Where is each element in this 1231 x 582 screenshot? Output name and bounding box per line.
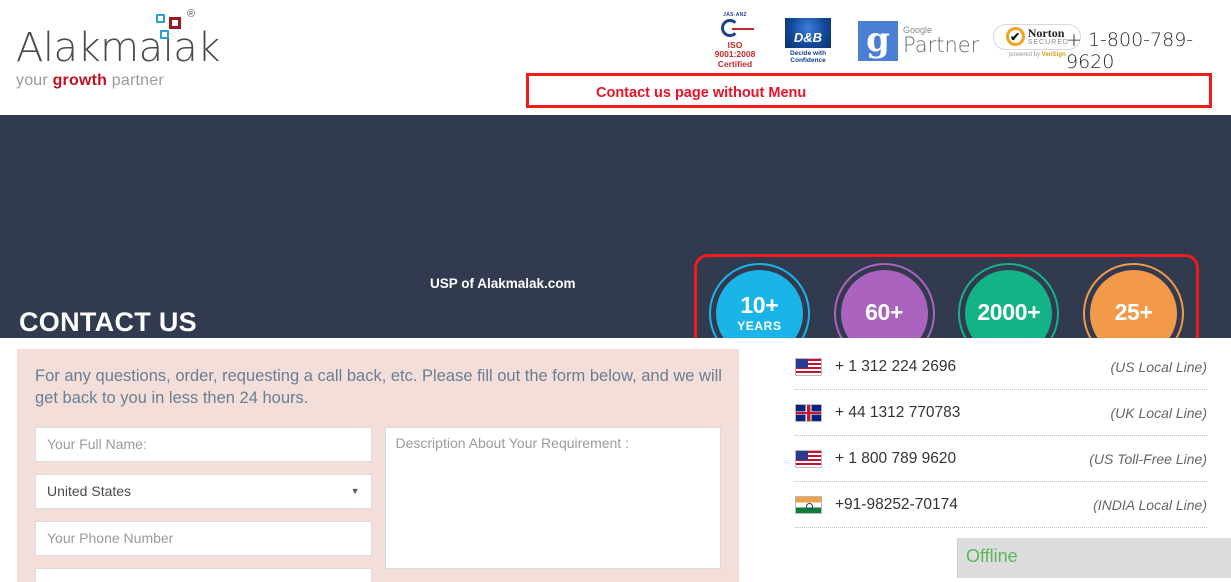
contact-row-india-local[interactable]: +91-98252-70174 (INDIA Local Line) bbox=[795, 482, 1207, 527]
google-partner-badge: g Google Partner bbox=[858, 20, 980, 61]
annotation-callout-text: Contact us page without Menu bbox=[596, 85, 807, 101]
contact-line-label: (INDIA Local Line) bbox=[1093, 496, 1207, 513]
contact-row-us-local[interactable]: + 1 312 224 2696 (US Local Line) bbox=[795, 344, 1207, 389]
contact-line-label: (US Toll-Free Line) bbox=[1089, 450, 1207, 467]
iso-accreditation-label: JAS-ANZ bbox=[723, 12, 747, 18]
stat-number: 25+ bbox=[1114, 299, 1153, 325]
trust-badge-row: JAS-ANZ ISO 9001:2008 Certified D&B Deci… bbox=[712, 12, 1082, 69]
contact-number[interactable]: +91-98252-70174 bbox=[835, 496, 958, 514]
live-chat-widget[interactable]: Offline bbox=[957, 538, 1231, 578]
logo-tagline-pre: your bbox=[16, 72, 53, 89]
usp-label: USP of Alakmalak.com bbox=[430, 276, 576, 291]
contact-line-label: (US Local Line) bbox=[1110, 358, 1208, 375]
dnb-caption: Decide with Confidence bbox=[789, 49, 827, 64]
list-divider bbox=[795, 527, 1207, 528]
stat-number: 10+ bbox=[740, 292, 779, 318]
registered-trademark-icon: ® bbox=[187, 8, 196, 20]
country-select[interactable]: United States ▼ bbox=[35, 473, 372, 509]
country-select-value: United States bbox=[47, 483, 132, 500]
flag-uk-icon bbox=[795, 403, 822, 422]
iso-logo-icon bbox=[713, 19, 757, 39]
dnb-badge: D&B Decide with Confidence bbox=[772, 17, 844, 64]
logo-tagline-accent: growth bbox=[52, 72, 108, 89]
contact-number[interactable]: + 1 312 224 2696 bbox=[835, 358, 956, 376]
phone-number-input[interactable]: Your Phone Number bbox=[35, 520, 372, 556]
site-header: ® Alakmalak your growth partner JAS-ANZ … bbox=[0, 0, 1231, 115]
full-name-input[interactable]: Your Full Name: bbox=[35, 426, 372, 462]
page-title: CONTACT US bbox=[19, 307, 197, 337]
chat-status-label: Offline bbox=[966, 546, 1018, 566]
logo-wordmark: Alakmalak bbox=[16, 25, 220, 71]
form-grid: Your Full Name: United States ▼ Your Pho… bbox=[35, 426, 721, 582]
contact-line-label: (UK Local Line) bbox=[1110, 404, 1208, 421]
contact-row-us-tollfree[interactable]: + 1 800 789 9620 (US Toll-Free Line) bbox=[795, 436, 1207, 481]
requirement-description-textarea[interactable]: Description About Your Requirement : bbox=[384, 426, 721, 569]
stat-number: 60+ bbox=[865, 299, 904, 325]
chevron-down-icon: ▼ bbox=[350, 486, 360, 497]
logo-square-cyan-bottom-icon bbox=[160, 30, 169, 39]
stat-number: 2000+ bbox=[977, 299, 1041, 325]
dnb-logo-icon: D&B bbox=[785, 17, 831, 48]
google-partner-label: Partner bbox=[903, 32, 980, 57]
flag-us-icon bbox=[795, 357, 822, 376]
site-logo[interactable]: ® Alakmalak your growth partner bbox=[16, 8, 220, 90]
logo-square-red-icon bbox=[169, 17, 181, 29]
form-left-column: Your Full Name: United States ▼ Your Pho… bbox=[35, 426, 372, 582]
logo-square-cyan-top-icon bbox=[156, 14, 165, 23]
norton-secured-label: SECURED bbox=[1027, 39, 1069, 47]
flag-us-icon bbox=[795, 449, 822, 468]
google-g-icon: g bbox=[858, 20, 898, 61]
contact-number[interactable]: + 1 800 789 9620 bbox=[835, 450, 956, 468]
annotation-callout-box: Contact us page without Menu bbox=[526, 73, 1212, 108]
iso-standard-line: ISO 9001:2008 bbox=[714, 40, 756, 60]
contact-phone-list: + 1 312 224 2696 (US Local Line) + 44 13… bbox=[795, 344, 1207, 528]
form-right-column: Description About Your Requirement : bbox=[384, 426, 721, 582]
hero-section: USP of Alakmalak.com CONTACT US Our Clie… bbox=[0, 115, 1231, 440]
contact-number[interactable]: + 44 1312 770783 bbox=[835, 404, 960, 422]
form-intro-text: For any questions, order, requesting a c… bbox=[35, 367, 722, 408]
iso-certified-line: Certified bbox=[717, 58, 753, 69]
contact-form-card: For any questions, order, requesting a c… bbox=[17, 349, 739, 582]
stat-unit: YEARS bbox=[737, 319, 782, 333]
contact-row-uk-local[interactable]: + 44 1312 770783 (UK Local Line) bbox=[795, 390, 1207, 435]
logo-mark-group: ® bbox=[136, 8, 216, 39]
extra-field-input[interactable] bbox=[35, 567, 372, 582]
dnb-mark: D&B bbox=[793, 30, 823, 46]
logo-tagline: your growth partner bbox=[16, 72, 216, 90]
logo-tagline-post: partner bbox=[107, 72, 164, 89]
norton-wordmark: Norton bbox=[1027, 26, 1065, 41]
norton-check-icon: ✔ bbox=[1005, 27, 1025, 47]
header-phone-number[interactable]: + 1-800-789-9620 bbox=[1066, 29, 1231, 73]
flag-india-icon bbox=[795, 495, 822, 514]
iso-certification-badge: JAS-ANZ ISO 9001:2008 Certified bbox=[712, 12, 758, 69]
